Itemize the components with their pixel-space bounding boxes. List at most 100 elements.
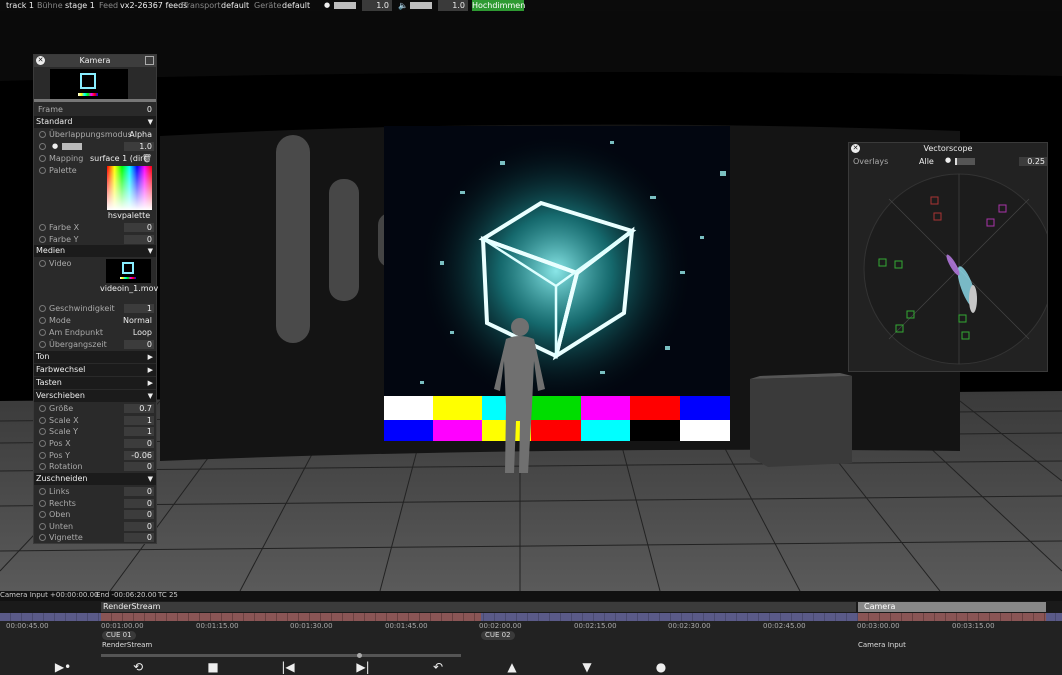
section-medien[interactable]: Medien ▼ (34, 245, 156, 257)
groesse-row: Größe 0.7 (34, 403, 156, 414)
timeline-scrollbar[interactable] (101, 653, 461, 658)
skip-forward-icon[interactable]: ▶| (354, 659, 372, 675)
play-to-end-icon[interactable]: ▶• (54, 659, 72, 675)
renderstream-clip[interactable] (101, 613, 481, 621)
camera-clip[interactable] (858, 613, 1046, 621)
farbe-y-row: Farbe Y 0 (34, 234, 156, 245)
oben-value[interactable]: 0 (124, 510, 154, 519)
trash-icon[interactable]: 🗑 (142, 153, 152, 164)
brightness-value[interactable]: 1.0 (124, 142, 154, 151)
buehne-label: Bühne (37, 1, 63, 10)
renderstream-track[interactable]: RenderStream (101, 602, 856, 612)
cue-02[interactable]: CUE 02 (481, 631, 515, 640)
oben-row: Oben 0 (34, 509, 156, 520)
brightness-icon: ● (52, 142, 59, 150)
vectorscope-slider[interactable] (955, 158, 975, 165)
chevron-down-icon: ▼ (147, 475, 153, 483)
video-thumbnail[interactable] (106, 259, 151, 283)
record-icon[interactable]: ● (652, 659, 670, 675)
feed-label: Feed (99, 1, 119, 10)
brightness-row: ● 1.0 (34, 141, 156, 152)
links-value[interactable]: 0 (124, 487, 154, 496)
tick-label: 00:01:45.00 (385, 622, 428, 630)
section-verschieben[interactable]: Verschieben ▼ (34, 390, 156, 402)
scale-y-value[interactable]: 1 (124, 427, 154, 436)
transport-selector[interactable]: default (221, 0, 249, 11)
volume-value[interactable]: 1.0 (438, 0, 468, 11)
section-ton[interactable]: Ton ▶ (34, 351, 156, 363)
geraete-selector[interactable]: default (282, 0, 310, 11)
close-icon[interactable]: ✕ (851, 144, 860, 153)
frame-label: Frame (38, 105, 63, 114)
buehne-selector[interactable]: stage 1 (65, 0, 95, 11)
section-zuschneiden[interactable]: Zuschneiden ▼ (34, 473, 156, 485)
close-icon[interactable]: ✕ (36, 56, 45, 65)
video-label: Video (49, 259, 72, 268)
frame-value[interactable]: 0 (124, 105, 154, 114)
section-tasten[interactable]: Tasten ▶ (34, 377, 156, 389)
rotation-row: Rotation 0 (34, 461, 156, 472)
scale-x-value[interactable]: 1 (124, 416, 154, 425)
pos-y-label: Pos Y (49, 451, 71, 460)
volume-slider[interactable] (410, 2, 432, 9)
geschw-value[interactable]: 1 (124, 304, 154, 313)
loop-play-icon[interactable]: ⟲ (129, 659, 147, 675)
brightness-slider[interactable] (62, 143, 82, 150)
clock-icon (39, 341, 46, 348)
rotation-value[interactable]: 0 (124, 462, 154, 471)
tick-label: 00:02:30.00 (668, 622, 711, 630)
camera-thumbnail[interactable] (50, 69, 128, 99)
hochdimmen-button[interactable]: Hochdimmen (472, 0, 525, 11)
clock-icon (39, 167, 46, 174)
clock-icon (39, 143, 46, 150)
camera-track[interactable]: Camera (858, 602, 1046, 612)
overlap-select[interactable]: Alpha (124, 130, 154, 139)
timeline-panel: Camera Input +00:00:00.00 End -00:06:20.… (0, 591, 1062, 675)
mapping-select[interactable]: surface 1 (direct) (90, 153, 146, 164)
endpunkt-select[interactable]: Loop (114, 328, 154, 337)
clock-icon (39, 405, 46, 412)
pos-y-value[interactable]: -0.06 (124, 451, 154, 460)
section-standard[interactable]: Standard ▼ (34, 116, 156, 128)
farbe-x-value[interactable]: 0 (124, 223, 154, 232)
down-icon[interactable]: ▼ (578, 659, 596, 675)
uebergang-row: Übergangszeit 0 (34, 339, 156, 350)
vignette-value[interactable]: 0 (124, 533, 154, 542)
groesse-value[interactable]: 0.7 (124, 404, 154, 413)
geraete-label: Geräte (254, 1, 282, 10)
uebergang-value[interactable]: 0 (124, 340, 154, 349)
farbe-y-value[interactable]: 0 (124, 235, 154, 244)
section-standard-label: Standard (36, 117, 73, 126)
pos-x-value[interactable]: 0 (124, 439, 154, 448)
overlays-select[interactable]: Alle (919, 157, 934, 166)
rechts-value[interactable]: 0 (124, 499, 154, 508)
camera-panel-header: ✕ Kamera (34, 55, 156, 67)
mapping-row: Mapping surface 1 (direct)🗑 (34, 153, 156, 164)
scroll-thumb[interactable] (357, 653, 362, 658)
clock-icon (39, 452, 46, 459)
section-farbwechsel-label: Farbwechsel (36, 365, 86, 374)
clock-icon (39, 155, 46, 162)
chevron-right-icon: ▶ (147, 366, 153, 374)
stop-icon[interactable]: ■ (204, 659, 222, 675)
track-selector[interactable]: track 1 (6, 0, 34, 11)
renderstream-track-label: RenderStream (103, 602, 161, 611)
popout-icon[interactable] (145, 56, 154, 65)
feed-selector[interactable]: vx2-26367 feeds (120, 0, 187, 11)
time-ruler[interactable]: 00:00:45.00 00:01:00.00 00:01:15.00 00:0… (0, 621, 1062, 631)
brightness-slider[interactable] (334, 2, 356, 9)
links-label: Links (49, 487, 70, 496)
up-icon[interactable]: ▲ (503, 659, 521, 675)
mode-select[interactable]: Normal (114, 316, 154, 325)
undo-icon[interactable]: ↶ (429, 659, 447, 675)
vectorscope-value[interactable]: 0.25 (1019, 157, 1047, 166)
section-farbwechsel[interactable]: Farbwechsel ▶ (34, 364, 156, 376)
section-verschieben-label: Verschieben (36, 391, 85, 400)
clock-icon (39, 500, 46, 507)
brightness-value[interactable]: 1.0 (362, 0, 392, 11)
skip-back-icon[interactable]: |◀ (279, 659, 297, 675)
cue-01[interactable]: CUE 01 (102, 631, 136, 640)
unten-value[interactable]: 0 (124, 522, 154, 531)
palette-swatch[interactable] (107, 166, 152, 210)
thumbnail-scrollbar[interactable] (34, 99, 156, 102)
